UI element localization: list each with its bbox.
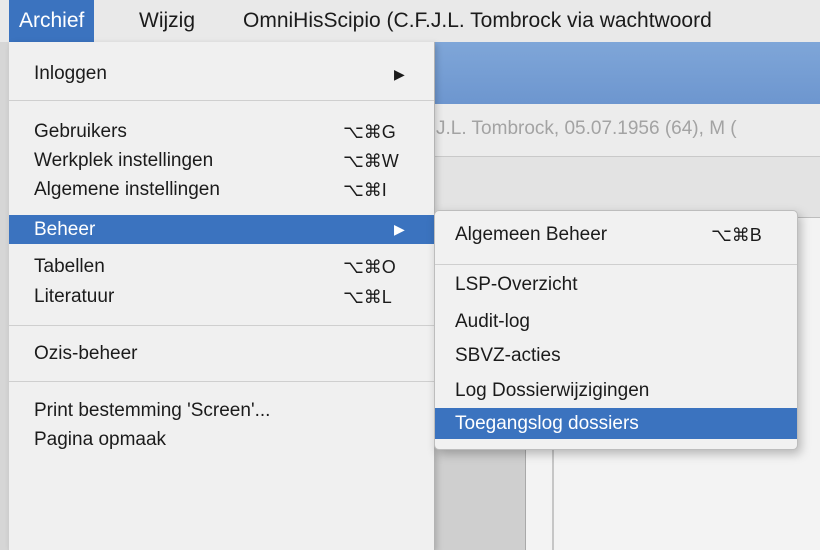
menu-item-label: Tabellen — [34, 256, 105, 277]
submenu-item-toegangslog-dossiers[interactable]: Toegangslog dossiers — [435, 408, 797, 439]
menu-window-title[interactable]: OmniHisScipio (C.F.J.L. Tombrock via wac… — [243, 0, 712, 42]
menu-item-label: Gebruikers — [34, 121, 127, 142]
menu-separator — [435, 264, 797, 265]
submenu-item-shortcut: ⌥⌘B — [711, 225, 762, 245]
submenu-item-label: Audit-log — [455, 311, 530, 332]
menu-item-label: Literatuur — [34, 286, 115, 307]
menu-item-label: Pagina opmaak — [34, 429, 167, 450]
submenu-item-label: SBVZ-acties — [455, 345, 561, 366]
menu-item-shortcut: ⌥⌘I — [343, 180, 387, 200]
submenu-item-algemeen-beheer[interactable]: Algemeen Beheer ⌥⌘B — [435, 220, 797, 250]
menu-separator — [9, 381, 434, 382]
menu-item-label: Print bestemming 'Screen'... — [34, 400, 271, 421]
menu-archief[interactable]: Archief — [9, 0, 95, 42]
menu-item-beheer[interactable]: Beheer ▶ — [9, 215, 434, 244]
submenu-arrow-icon: ▶ — [394, 66, 405, 82]
menu-item-inloggen[interactable]: Inloggen ▶ — [9, 59, 434, 89]
menu-item-werkplek-instellingen[interactable]: Werkplek instellingen ⌥⌘W — [9, 146, 434, 176]
menu-item-shortcut: ⌥⌘W — [343, 151, 399, 171]
patient-info-text: J.L. Tombrock, 05.07.1956 (64), M ( — [436, 118, 737, 139]
menu-wijzig[interactable]: Wijzig — [139, 0, 195, 42]
submenu-item-label: Toegangslog dossiers — [455, 413, 639, 434]
menu-item-ozis-beheer[interactable]: Ozis-beheer — [9, 339, 434, 369]
menu-item-literatuur[interactable]: Literatuur ⌥⌘L — [9, 282, 434, 312]
menu-item-label: Ozis-beheer — [34, 343, 138, 364]
menu-item-label: Inloggen — [34, 63, 107, 84]
submenu-item-label: Log Dossierwijzigingen — [455, 380, 650, 401]
menu-item-label: Werkplek instellingen — [34, 150, 214, 171]
menu-item-label: Algemene instellingen — [34, 179, 220, 200]
archief-menu: Inloggen ▶ Gebruikers ⌥⌘G Werkplek inste… — [9, 42, 435, 550]
menu-item-algemene-instellingen[interactable]: Algemene instellingen ⌥⌘I — [9, 175, 434, 205]
menu-item-label: Beheer — [34, 219, 96, 240]
submenu-item-lsp-overzicht[interactable]: LSP-Overzicht — [435, 270, 797, 300]
menu-item-shortcut: ⌥⌘G — [343, 122, 396, 142]
submenu-item-label: Algemeen Beheer — [455, 224, 608, 245]
menu-item-print-bestemming[interactable]: Print bestemming 'Screen'... — [9, 396, 434, 426]
menu-separator — [9, 100, 434, 101]
submenu-item-sbvz-acties[interactable]: SBVZ-acties — [435, 341, 797, 371]
submenu-arrow-icon: ▶ — [394, 221, 405, 237]
menu-bar: Archief Wijzig OmniHisScipio (C.F.J.L. T… — [0, 0, 820, 42]
submenu-item-audit-log[interactable]: Audit-log — [435, 307, 797, 337]
menu-item-tabellen[interactable]: Tabellen ⌥⌘O — [9, 252, 434, 282]
menu-separator — [9, 325, 434, 326]
beheer-submenu: Algemeen Beheer ⌥⌘B LSP-Overzicht Audit-… — [434, 210, 798, 450]
menu-item-shortcut: ⌥⌘O — [343, 257, 396, 277]
window-titlebar — [430, 42, 820, 104]
patient-info-strip: J.L. Tombrock, 05.07.1956 (64), M ( — [430, 104, 820, 157]
submenu-item-log-dossierwijzigingen[interactable]: Log Dossierwijzigingen — [435, 376, 797, 406]
submenu-item-label: LSP-Overzicht — [455, 274, 578, 295]
menu-item-gebruikers[interactable]: Gebruikers ⌥⌘G — [9, 117, 434, 147]
menu-item-pagina-opmaak[interactable]: Pagina opmaak — [9, 425, 434, 455]
menu-item-shortcut: ⌥⌘L — [343, 287, 392, 307]
window-toolbar — [430, 157, 820, 218]
